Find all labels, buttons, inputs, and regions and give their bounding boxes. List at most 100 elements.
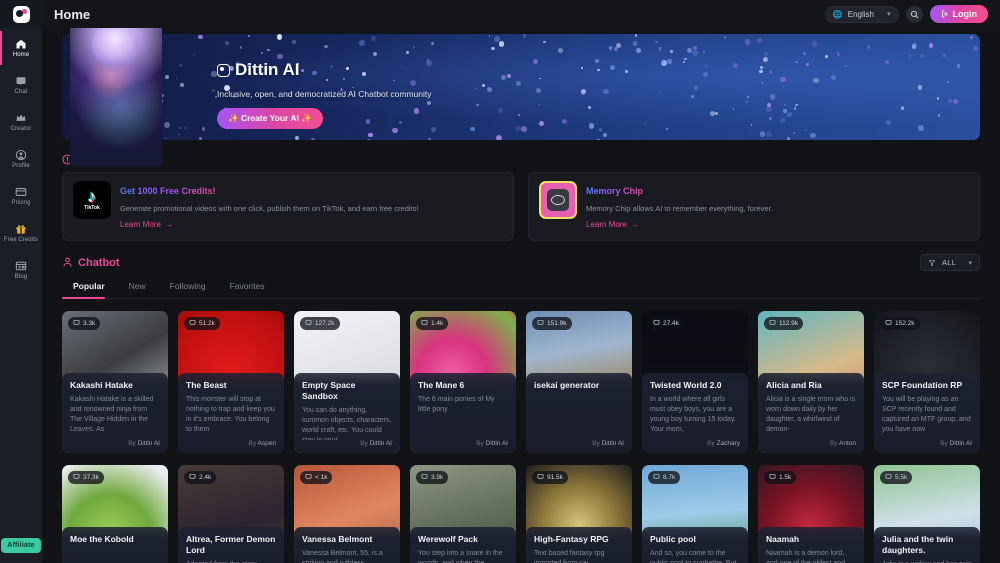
- sidebar-item-chat[interactable]: Chat: [0, 68, 42, 102]
- chatbot-card-info: Vanessa Belmont Vanessa Belmont, 55, is a…: [294, 527, 400, 563]
- message-count: 27.4k: [663, 320, 679, 327]
- chatbot-card-author: By Dittin AI: [592, 440, 624, 447]
- message-count-badge: 152.2k: [880, 317, 920, 330]
- message-icon: [189, 473, 196, 482]
- chatbot-card-info: Moe the Kobold: [62, 527, 168, 563]
- banner-brand: Dittin AI: [217, 60, 432, 80]
- message-count: 112.9k: [779, 320, 799, 327]
- message-count: 8.7k: [663, 474, 676, 481]
- message-count: 37.3k: [83, 474, 99, 481]
- chatbot-card-info: The Mane 6 The 6 main ponies of My little…: [410, 373, 516, 453]
- learn-more-link[interactable]: Learn More →: [120, 220, 173, 229]
- sidebar-item-label: Creator: [10, 126, 32, 132]
- chatbot-card-author: By Dittin AI: [940, 440, 972, 447]
- home-icon: [14, 37, 28, 50]
- chatbot-card[interactable]: 3.3k Kakashi Hatake Kakashi Hatake is a sk…: [62, 311, 168, 453]
- search-button[interactable]: [905, 5, 923, 23]
- learn-more-label: Learn More: [586, 220, 627, 229]
- message-count-badge: 112.9k: [764, 317, 804, 330]
- chatbot-card[interactable]: 127.2k Empty Space Sandbox You can do anyt…: [294, 311, 400, 453]
- filter-dropdown[interactable]: ALL ▾: [920, 254, 980, 271]
- message-icon: [769, 319, 776, 328]
- chatbot-card-desc: In a world where all girls must obey boy…: [650, 396, 736, 433]
- banner-particles: [62, 34, 980, 140]
- chevron-down-icon: ▾: [886, 11, 891, 18]
- chatbot-card-name: Kakashi Hatake: [70, 380, 133, 390]
- discover-card-tiktok[interactable]: ♪ TikTok Get 1000 Free Credits! Generate…: [62, 172, 514, 241]
- login-button[interactable]: Login: [929, 5, 988, 23]
- chatbot-card-author: By Anton: [829, 440, 856, 447]
- sidebar-item-label: Blog: [14, 274, 28, 280]
- create-your-ai-button[interactable]: ✨ Create Your AI ✨: [217, 108, 323, 129]
- sidebar-item-creator[interactable]: Creator: [0, 105, 42, 139]
- chatbot-card[interactable]: 91.5k High-Fantasy RPG Text based fantasy …: [526, 465, 632, 563]
- chatbot-card-desc: And so, you come to the public pool to s…: [650, 550, 736, 563]
- hero-banner[interactable]: Dittin AI Inclusive, open, and democrati…: [62, 6, 980, 166]
- message-count: 3.9k: [431, 474, 444, 481]
- tab-new[interactable]: New: [118, 275, 159, 298]
- chatbot-card[interactable]: 8.7k Public pool And so, you come to the p…: [642, 465, 748, 563]
- tab-following[interactable]: Following: [159, 275, 219, 298]
- chatbot-card-name: Vanessa Belmont: [302, 534, 373, 544]
- chatbot-card[interactable]: 151.9k isekai generator By Dittin AI: [526, 311, 632, 453]
- chatbot-card[interactable]: 1.5k Naamah Naamah is a demon lord, and on…: [758, 465, 864, 563]
- banner-character-art: [70, 6, 162, 166]
- message-icon: [537, 473, 544, 482]
- chatbot-icon: [62, 257, 73, 268]
- sidebar-item-blog[interactable]: Blog: [0, 253, 42, 287]
- sidebar-item-free-credits[interactable]: Free Credits: [0, 216, 42, 250]
- chatbot-card-name: Naamah: [766, 534, 800, 544]
- gift-icon: [14, 222, 28, 235]
- sidebar-item-pricing[interactable]: Pricing: [0, 179, 42, 213]
- chatbot-card[interactable]: 152.2k SCP Foundation RP You will be playi…: [874, 311, 980, 453]
- chatbot-card-name: Werewolf Pack: [418, 534, 478, 544]
- message-count: 1.5k: [779, 474, 792, 481]
- tab-popular[interactable]: Popular: [62, 275, 118, 299]
- sidebar-item-profile[interactable]: Profile: [0, 142, 42, 176]
- crown-icon: [14, 111, 28, 124]
- chatbot-card[interactable]: 37.3k Moe the Kobold: [62, 465, 168, 563]
- chatbot-card[interactable]: 112.9k Alicia and Ria Alicia is a single m…: [758, 311, 864, 453]
- chatbot-card[interactable]: 1.4k The Mane 6 The 6 main ponies of My li…: [410, 311, 516, 453]
- message-count-badge: 3.9k: [416, 471, 449, 484]
- sidebar-item-label: Home: [12, 52, 30, 58]
- app-logo[interactable]: [0, 0, 42, 28]
- search-icon: [910, 10, 918, 18]
- message-count-badge: 5.5k: [880, 471, 913, 484]
- discover-card-title: Memory Chip: [586, 186, 644, 196]
- chatbot-card-desc: Vanessa Belmont, 55, is a striking and r…: [302, 550, 383, 563]
- chatbot-card[interactable]: 27.4k Twisted World 2.0 In a world where a…: [642, 311, 748, 453]
- page-title: Home: [54, 6, 91, 22]
- message-count: 127.2k: [315, 320, 335, 327]
- chatbot-card-name: Public pool: [650, 534, 696, 544]
- chatbot-card-name: SCP Foundation RP: [882, 380, 963, 390]
- message-count-badge: 8.7k: [648, 471, 681, 484]
- sidebar-item-home[interactable]: Home: [0, 31, 42, 65]
- message-icon: [653, 473, 660, 482]
- chatbot-card[interactable]: 51.2k The Beast This monster will stop at …: [178, 311, 284, 453]
- chatbot-card-name: Alicia and Ria: [766, 380, 822, 390]
- learn-more-link[interactable]: Learn More →: [586, 220, 639, 229]
- message-icon: [73, 319, 80, 328]
- chatbot-card[interactable]: 2.4k Altrea, Former Demon LordAdapted fro…: [178, 465, 284, 563]
- chatbot-card[interactable]: < 1k Vanessa Belmont Vanessa Belmont, 55, …: [294, 465, 400, 563]
- tab-favorites[interactable]: Favorites: [219, 275, 278, 298]
- message-count: 152.2k: [895, 320, 915, 327]
- chatbot-card-author: By Dittin AI: [360, 440, 392, 447]
- affiliate-button[interactable]: Affiliate: [1, 538, 41, 553]
- discover-card-body: Get 1000 Free Credits! Generate promotio…: [120, 181, 503, 232]
- message-icon: [421, 473, 428, 482]
- chatbot-card[interactable]: 5.5k Julia and the twin daughters.Julia i…: [874, 465, 980, 563]
- chatbot-card-name: Moe the Kobold: [70, 534, 134, 544]
- blog-icon: [14, 259, 28, 272]
- dittin-logo-icon: [12, 5, 30, 23]
- message-count: 2.4k: [199, 474, 212, 481]
- sidebar-item-label: Free Credits: [3, 237, 39, 243]
- message-icon: [885, 473, 892, 482]
- tab-label: New: [128, 281, 146, 291]
- chatbot-card[interactable]: 3.9k Werewolf Pack You step into a snare i…: [410, 465, 516, 563]
- discover-card-memory-chip[interactable]: Memory Chip Memory Chip allows AI to rem…: [528, 172, 980, 241]
- language-selector[interactable]: 🌐 English ▾: [824, 5, 899, 23]
- message-icon: [653, 319, 660, 328]
- chatbot-card-name: The Mane 6: [418, 380, 465, 390]
